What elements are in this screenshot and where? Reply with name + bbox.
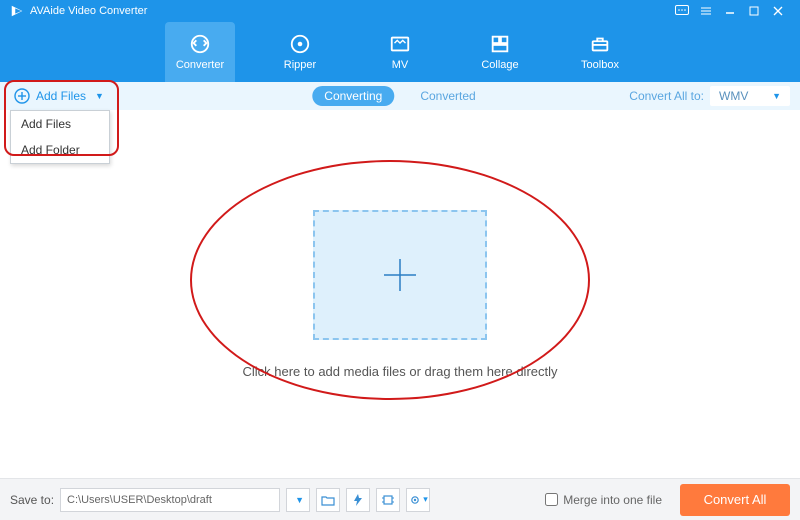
- sub-bar: Add Files ▼ Converting Converted Convert…: [0, 82, 800, 110]
- merge-checkbox-input[interactable]: [545, 493, 558, 506]
- nav-label: Toolbox: [581, 59, 619, 71]
- merge-checkbox[interactable]: Merge into one file: [545, 493, 662, 507]
- save-to-label: Save to:: [10, 493, 54, 507]
- add-files-label: Add Files: [36, 89, 86, 103]
- merge-label: Merge into one file: [563, 493, 662, 507]
- high-speed-button[interactable]: [346, 488, 370, 512]
- workspace: Click here to add media files or drag th…: [0, 110, 800, 478]
- bottom-bar: Save to: C:\Users\USER\Desktop\draft ▼ ▾…: [0, 478, 800, 520]
- close-icon[interactable]: [766, 2, 790, 20]
- add-files-dropdown: Add Files Add Folder: [10, 110, 110, 164]
- top-nav: Converter Ripper MV Collage Toolbox: [0, 22, 800, 82]
- save-path-field[interactable]: C:\Users\USER\Desktop\draft: [60, 488, 280, 512]
- menu-icon[interactable]: [694, 2, 718, 20]
- convert-all-to: Convert All to: WMV ▼: [629, 86, 790, 106]
- chevron-down-icon: ▼: [95, 91, 104, 101]
- app-logo-icon: [10, 4, 24, 18]
- convert-all-button[interactable]: Convert All: [680, 484, 790, 516]
- dropzone-text: Click here to add media files or drag th…: [242, 364, 557, 379]
- dropzone[interactable]: [313, 210, 487, 340]
- plus-icon: [378, 253, 422, 297]
- feedback-icon[interactable]: [670, 2, 694, 20]
- converter-icon: [189, 33, 211, 55]
- add-files-button[interactable]: Add Files ▼: [10, 86, 108, 106]
- chevron-down-icon: ▾: [423, 494, 428, 505]
- status-tabs: Converting Converted: [312, 86, 487, 106]
- nav-ripper[interactable]: Ripper: [265, 22, 335, 82]
- dropdown-item-add-folder[interactable]: Add Folder: [11, 137, 109, 163]
- settings-button[interactable]: ▾: [406, 488, 430, 512]
- nav-mv[interactable]: MV: [365, 22, 435, 82]
- nav-converter[interactable]: Converter: [165, 22, 235, 82]
- convert-all-label: Convert All to:: [629, 89, 704, 103]
- nav-collage[interactable]: Collage: [465, 22, 535, 82]
- ripper-icon: [289, 33, 311, 55]
- chevron-down-icon: ▼: [772, 91, 781, 101]
- nav-label: Ripper: [284, 59, 316, 71]
- nav-label: MV: [392, 59, 409, 71]
- minimize-icon[interactable]: [718, 2, 742, 20]
- mv-icon: [389, 33, 411, 55]
- chevron-down-icon: ▼: [295, 495, 304, 505]
- maximize-icon[interactable]: [742, 2, 766, 20]
- app-title: AVAide Video Converter: [30, 5, 147, 17]
- save-path-dropdown[interactable]: ▼: [286, 488, 310, 512]
- tab-converted[interactable]: Converted: [408, 86, 487, 106]
- dropdown-item-add-files[interactable]: Add Files: [11, 111, 109, 137]
- tab-converting[interactable]: Converting: [312, 86, 394, 106]
- nav-label: Collage: [481, 59, 518, 71]
- titlebar: AVAide Video Converter: [0, 0, 800, 22]
- gpu-button[interactable]: [376, 488, 400, 512]
- convert-all-value: WMV: [719, 89, 748, 103]
- toolbox-icon: [589, 33, 611, 55]
- plus-circle-icon: [14, 88, 30, 104]
- convert-all-format-select[interactable]: WMV ▼: [710, 86, 790, 106]
- nav-toolbox[interactable]: Toolbox: [565, 22, 635, 82]
- collage-icon: [489, 33, 511, 55]
- open-folder-button[interactable]: [316, 488, 340, 512]
- nav-label: Converter: [176, 59, 224, 71]
